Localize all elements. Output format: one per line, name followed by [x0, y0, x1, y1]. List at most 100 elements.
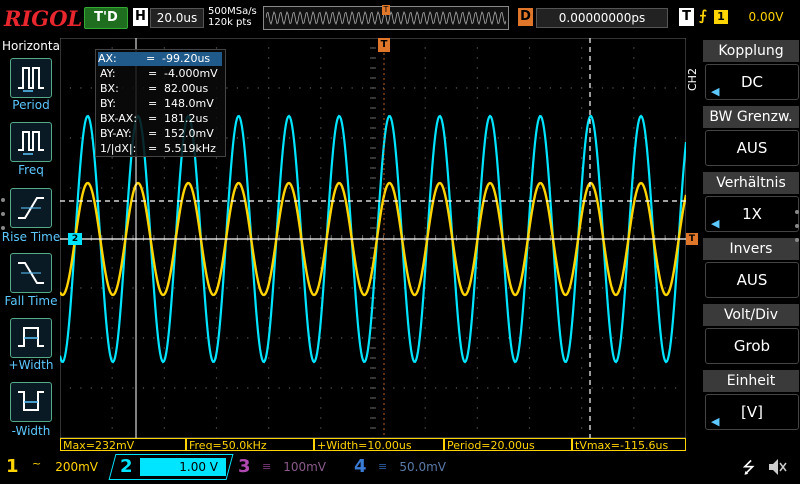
grid-dot [528, 337, 531, 339]
measurement-tvmax[interactable]: tVmax=-115.6us [572, 438, 686, 452]
ch1-number[interactable]: 1 [6, 454, 19, 480]
ch2-scale[interactable]: 1.00 V [140, 458, 226, 476]
grid-dot [476, 47, 479, 49]
grid-dot [215, 207, 218, 209]
probe-ratio-value-box[interactable]: ◀ 1X [705, 196, 799, 232]
grid-dot [174, 287, 176, 289]
rise-time-button[interactable] [10, 188, 52, 228]
grid-dot [184, 337, 186, 339]
grid-dot [299, 287, 301, 289]
ch1-scale[interactable]: 200mV [28, 457, 106, 477]
bw-limit-menu-item[interactable]: BW Grenzw. AUS [703, 106, 799, 168]
trigger-level[interactable]: 0.00V [736, 8, 796, 26]
trigger-source: 1 [714, 10, 728, 24]
neg-width-button[interactable] [10, 382, 52, 422]
coupling-value-box[interactable]: ◀ DC [705, 64, 799, 100]
grid-dot [267, 407, 270, 409]
grid-dot [142, 387, 145, 389]
grid-dot [466, 387, 468, 389]
grid-dot [674, 137, 677, 139]
grid-dot [80, 137, 82, 139]
grid-dot [497, 287, 499, 289]
grid-dot [163, 297, 166, 299]
grid-dot [664, 337, 666, 339]
grid-dot [654, 287, 656, 289]
grid-dot [424, 77, 426, 79]
grid-dot [194, 287, 197, 289]
rigol-logo: RIGOL [4, 6, 83, 31]
grid-dot [633, 227, 635, 229]
grid-dot [351, 337, 353, 339]
top-status-bar: RIGOL T'D H 20.0us 500MSa/s 120k pts T D… [0, 0, 800, 38]
grid-dot [664, 137, 666, 139]
grid-dot [361, 337, 364, 339]
grid-dot [215, 277, 218, 279]
measurement-strip: Max=232mV Freq=50.0kHz +Width=10.00us Pe… [60, 438, 686, 452]
trigger-position-marker[interactable]: T [378, 38, 390, 52]
page-dot [1, 226, 5, 230]
grid-dot [163, 267, 166, 269]
ch2-number[interactable]: 2 [120, 454, 133, 480]
grid-dot [633, 387, 635, 389]
grid-dot [518, 87, 520, 89]
grid-dot [247, 137, 249, 139]
delay-value[interactable]: 0.00000000ps [536, 8, 668, 28]
grid-dot [330, 87, 332, 89]
cursor-row-ay: AY: = -4.000mV [100, 67, 218, 80]
grid-dot [466, 337, 468, 339]
ch3-scale[interactable]: 100mV [258, 457, 334, 477]
invert-menu-item[interactable]: Invers AUS [703, 238, 799, 300]
grid-dot [633, 377, 635, 379]
trigger-level-marker[interactable]: T [686, 233, 698, 245]
coupling-menu-item[interactable]: Kopplung ◀ DC [703, 40, 799, 102]
freq-button[interactable] [10, 122, 52, 162]
ch4-scale[interactable]: 50.0mV [374, 457, 454, 477]
memory-overview-strip[interactable]: T [263, 5, 509, 30]
grid-dot [633, 97, 635, 99]
grid-dot [267, 367, 270, 369]
grid-dot [580, 337, 583, 339]
cursor-row-dy: BY-AY: = 152.0mV [100, 127, 214, 140]
volt-div-menu-item[interactable]: Volt/Div Grob [703, 304, 799, 366]
grid-dot [445, 87, 447, 89]
grid-dot [622, 337, 625, 339]
ch3-number[interactable]: 3 [238, 454, 251, 480]
grid-dot [424, 397, 426, 399]
measurement-freq[interactable]: Freq=50.0kHz [186, 438, 314, 452]
left-arrow-icon: ◀ [711, 85, 720, 98]
grid-dot [267, 207, 270, 209]
grid-dot [267, 197, 270, 199]
invert-value: AUS [736, 271, 768, 289]
measurement-period[interactable]: Period=20.00us [444, 438, 572, 452]
unit-menu-item[interactable]: Einheit ◀ [V] [703, 370, 799, 432]
grid-dot [424, 357, 426, 359]
fall-time-button[interactable] [10, 253, 52, 293]
probe-ratio-menu-item[interactable]: Verhältnis ◀ 1X [703, 172, 799, 234]
grid-dot [476, 267, 479, 269]
grid-dot [476, 347, 479, 349]
unit-value-box[interactable]: ◀ [V] [705, 394, 799, 430]
period-button[interactable] [10, 58, 52, 98]
grid-dot [351, 287, 353, 289]
grid-dot [288, 87, 291, 89]
grid-dot [476, 357, 479, 359]
ch4-number[interactable]: 4 [354, 454, 367, 480]
measurement-max[interactable]: Max=232mV [60, 438, 186, 452]
grid-dot [601, 137, 604, 139]
grid-dot [111, 207, 113, 209]
grid-dot [528, 147, 531, 149]
grid-dot [633, 287, 635, 289]
grid-dot [341, 287, 343, 289]
grid-dot [361, 137, 364, 139]
grid-dot [267, 307, 270, 309]
ch2-offset-marker[interactable]: 2 [68, 233, 82, 245]
bw-limit-value-box[interactable]: AUS [705, 130, 799, 166]
grid-dot [633, 77, 635, 79]
measurement-pos-width[interactable]: +Width=10.00us [314, 438, 444, 452]
volt-div-value-box[interactable]: Grob [705, 328, 799, 364]
invert-value-box[interactable]: AUS [705, 262, 799, 298]
grid-dot [424, 407, 426, 409]
timebase-value[interactable]: 20.0us [150, 8, 204, 28]
speaker-mute-icon[interactable] [766, 456, 788, 478]
pos-width-button[interactable] [10, 318, 52, 358]
